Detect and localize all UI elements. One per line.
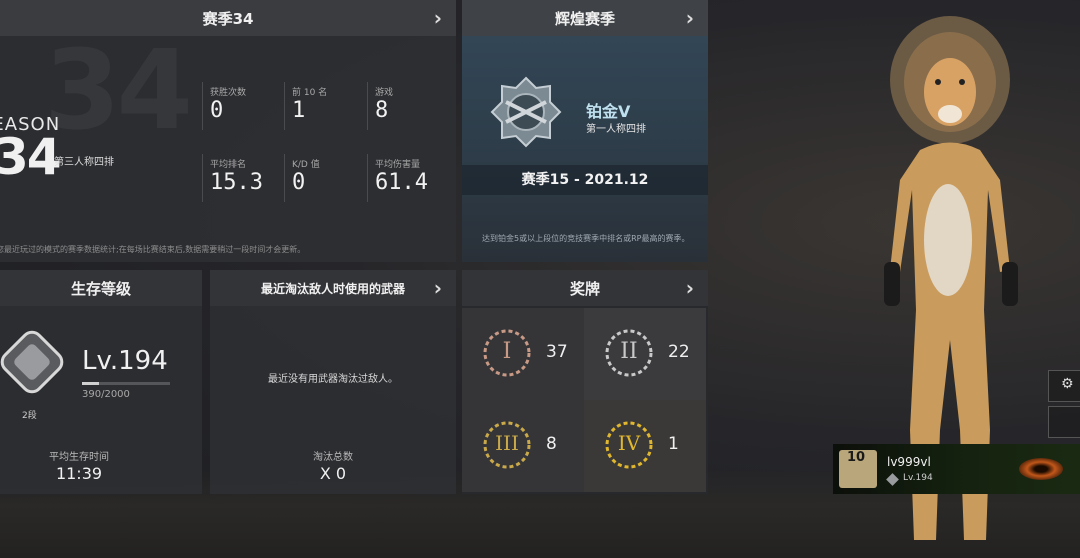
medals-header[interactable]: 奖牌 ›: [462, 270, 708, 306]
medal-3[interactable]: III 8: [462, 400, 584, 492]
medal-1-count: 37: [546, 342, 568, 362]
medal-2-count: 22: [668, 342, 690, 362]
kills-label: 淘汰总数: [313, 452, 353, 463]
glory-footnote: 达到铂金5或以上段位的竞技赛季中排名或RP最高的赛季。: [482, 234, 690, 243]
divider: [367, 154, 368, 202]
season-mode: 第三人称四排: [54, 157, 114, 168]
xp-bar-track: [82, 382, 170, 385]
stat-label-kd: K/D 值: [292, 160, 320, 170]
medals-title: 奖牌: [569, 279, 600, 298]
platinum-rank-icon: [490, 76, 562, 148]
glory-mode: 第一人称四排: [586, 124, 646, 135]
player-badge-level: 10: [847, 450, 866, 465]
survival-tier-icon: [0, 330, 64, 394]
kills-value: X 0: [319, 464, 347, 483]
medal-4-count: 1: [668, 434, 679, 454]
survival-xp: 390/2000: [82, 389, 130, 400]
survival-title: 生存等级: [70, 279, 131, 298]
glory-season-label: 赛季15 - 2021.12: [462, 165, 708, 195]
xp-bar-fill: [82, 382, 100, 385]
chevron-right-icon[interactable]: ›: [686, 6, 694, 30]
stat-value-kd: 0: [292, 170, 306, 195]
stat-value-games: 8: [375, 98, 389, 123]
weapon-empty-text: 最近没有用武器淘汰过敌人。: [268, 374, 398, 385]
side-button-secondary[interactable]: [1048, 406, 1080, 438]
stat-label-avg-damage: 平均伤害量: [375, 160, 421, 170]
season-footnote: 您最近玩过的模式的赛季数据统计;在每场比赛结束后,数据需要稍过一段时间才会更新。: [0, 245, 306, 254]
medal-4-numeral: IV: [617, 431, 641, 455]
stat-label-top10: 前 10 名: [292, 88, 328, 98]
recent-weapon-panel: 最近淘汰敌人时使用的武器 › 最近没有用武器淘汰过敌人。 淘汰总数 X 0: [210, 270, 456, 494]
stat-label-games: 游戏: [375, 88, 394, 98]
medals-panel: 奖牌 › I 37 II 22 III 8 IV 1: [462, 270, 708, 494]
eye-decoration: [1019, 458, 1063, 480]
divider: [284, 82, 285, 130]
stat-value-avg-damage: 61.4: [375, 170, 428, 195]
survival-level-panel: 生存等级 Lv.194 390/2000 2段 平均生存时间 11:39: [0, 270, 202, 494]
stat-value-top10: 1: [292, 98, 306, 123]
medal-3-numeral: III: [495, 431, 519, 455]
weapon-header[interactable]: 最近淘汰敌人时使用的武器 ›: [210, 270, 456, 306]
glory-season-panel: 辉煌赛季 › 铂金V 第一人称四排 赛季15 - 2021.12 达到铂金5或以…: [462, 0, 708, 262]
stat-label-wins: 获胜次数: [210, 88, 247, 98]
medal-1-numeral: I: [502, 339, 512, 364]
season-number: 34: [0, 128, 62, 186]
season-big-number: 34: [44, 26, 193, 154]
divider: [202, 82, 203, 130]
chevron-right-icon[interactable]: ›: [686, 276, 694, 300]
survival-header: 生存等级: [0, 270, 202, 306]
avg-survival-label: 平均生存时间: [49, 452, 109, 463]
divider: [284, 154, 285, 202]
stat-value-wins: 0: [210, 98, 224, 123]
player-card[interactable]: 10 lv999vl Lv.194: [833, 444, 1080, 494]
divider: [367, 82, 368, 130]
chevron-right-icon[interactable]: ›: [434, 276, 442, 300]
medal-2[interactable]: II 22: [584, 308, 706, 400]
stat-label-avg-rank: 平均排名: [210, 160, 247, 170]
divider: [202, 154, 203, 202]
glory-header[interactable]: 辉煌赛季 ›: [462, 0, 708, 36]
season-title: 赛季34: [202, 9, 254, 28]
survival-level: Lv.194: [82, 346, 168, 376]
player-name: lv999vl: [887, 455, 931, 469]
medal-4[interactable]: IV 1: [584, 400, 706, 492]
level-tier-icon: [886, 473, 899, 486]
stat-value-avg-rank: 15.3: [210, 170, 263, 195]
season-stats-panel: 赛季34 › 34 SEASON 34 第三人称四排 获胜次数 0 前 10 名…: [0, 0, 456, 262]
medal-2-numeral: II: [620, 339, 638, 364]
glory-rank-name: 铂金V: [586, 102, 631, 121]
gear-icon: ⚙: [1061, 376, 1074, 392]
weapon-title: 最近淘汰敌人时使用的武器: [260, 281, 405, 296]
medal-3-count: 8: [546, 434, 557, 454]
chevron-right-icon[interactable]: ›: [434, 6, 442, 30]
survival-tier: 2段: [22, 411, 37, 421]
avg-survival-value: 11:39: [55, 464, 103, 483]
glory-title: 辉煌赛季: [554, 9, 615, 28]
medal-1[interactable]: I 37: [462, 308, 584, 400]
side-button-settings[interactable]: ⚙: [1048, 370, 1080, 402]
player-level: Lv.194: [903, 473, 933, 483]
